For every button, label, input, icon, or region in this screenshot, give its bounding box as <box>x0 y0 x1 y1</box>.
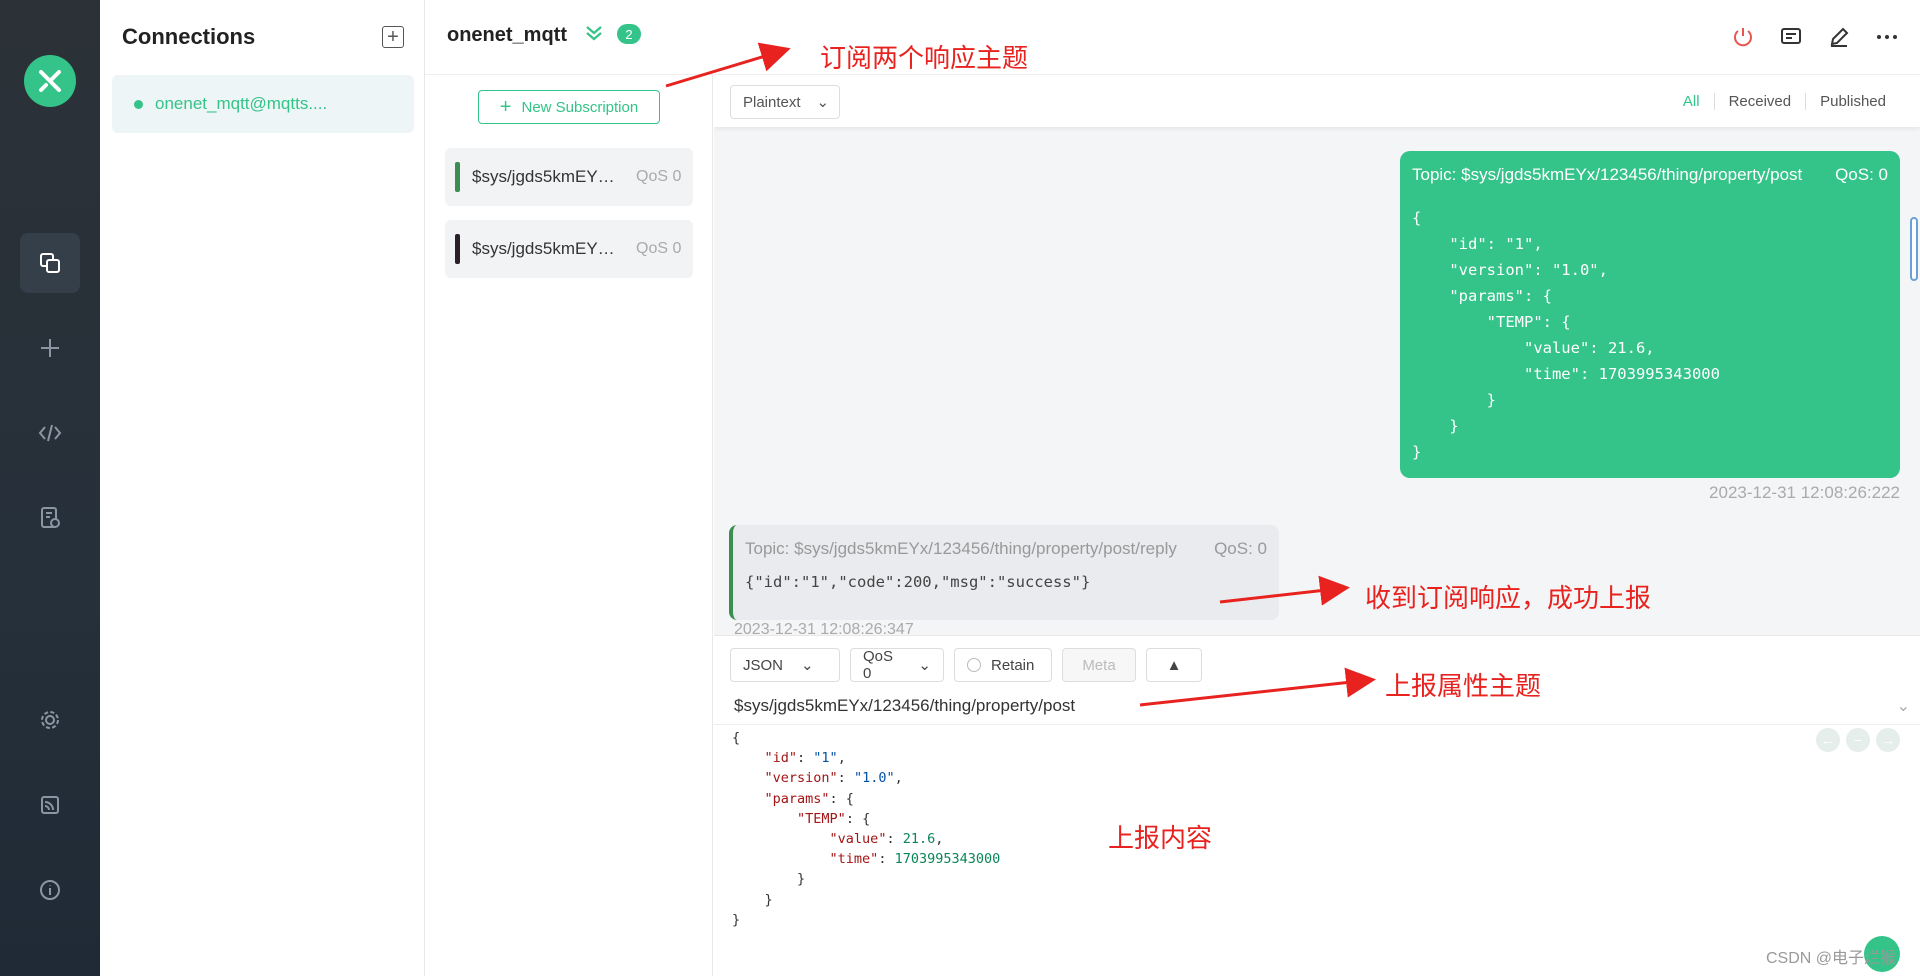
chevron-down-icon: ⌄ <box>816 94 830 111</box>
connections-panel: Connections + onenet_mqtt@mqtts.... <box>100 0 425 976</box>
messages-toolbar: Plaintext ⌄ All Received Published <box>714 75 1920 127</box>
meta-button[interactable]: Meta <box>1062 648 1136 682</box>
double-chevron-down-icon[interactable] <box>583 22 605 49</box>
mqttx-logo-icon <box>24 55 76 107</box>
subscriptions-panel: + New Subscription $sys/jgds5kmEYx/12345… <box>425 75 713 976</box>
connections-nav-icon[interactable] <box>20 233 80 293</box>
connections-title: Connections <box>122 24 256 49</box>
connection-name: onenet_mqtt@mqtts.... <box>155 94 328 113</box>
filter-received-tab[interactable]: Received <box>1713 93 1806 110</box>
chevron-down-icon[interactable]: ⌄ <box>1897 696 1910 716</box>
new-connection-icon[interactable] <box>20 318 80 378</box>
divider <box>714 724 1920 725</box>
connection-header: onenet_mqtt 2 <box>425 0 1920 75</box>
subscription-topic: $sys/jgds5kmEYx/123456/thing/property/se… <box>472 239 622 258</box>
payload-format-value: Plaintext <box>743 93 801 111</box>
connection-title: onenet_mqtt <box>447 24 567 46</box>
publish-qos-select[interactable]: QoS 0 ⌄ <box>850 648 944 682</box>
next-arrow-icon[interactable]: → <box>1876 728 1900 752</box>
message-qos: QoS: 0 <box>1214 539 1267 558</box>
message-timestamp: 2023-12-31 12:08:26:222 <box>1709 483 1900 502</box>
clear-minus-icon[interactable]: − <box>1846 728 1870 752</box>
messages-area[interactable]: Plaintext ⌄ All Received Published Topic… <box>714 75 1920 635</box>
subscription-item[interactable]: $sys/jgds5kmEYx/123456/thing/property/po… <box>445 148 693 206</box>
payload-format-select[interactable]: Plaintext ⌄ <box>730 85 840 119</box>
add-connection-icon[interactable]: + <box>382 26 404 48</box>
publish-format-select[interactable]: JSON ⌄ <box>730 648 840 682</box>
annotation-topic: 上报属性主题 <box>1385 672 1542 702</box>
subscription-topic: $sys/jgds5kmEYx/123456/thing/property/po… <box>472 167 622 186</box>
subscription-color-bar <box>455 234 460 264</box>
edit-pencil-icon[interactable] <box>1826 24 1852 50</box>
retain-label: Retain <box>991 656 1035 674</box>
message-payload: {"id":"1","code":200,"msg":"success"} <box>745 573 1091 591</box>
payload-editor[interactable]: { "id": "1", "version": "1.0", "params":… <box>732 728 1000 930</box>
new-subscription-label: New Subscription <box>521 98 639 116</box>
annotation-subscribe: 订阅两个响应主题 <box>820 44 1029 74</box>
subscription-color-bar <box>455 162 460 192</box>
subscription-count-badge: 2 <box>617 24 641 44</box>
message-qos: QoS: 0 <box>1835 165 1888 184</box>
message-comment-icon[interactable] <box>1778 24 1804 50</box>
subscription-qos: QoS 0 <box>636 168 682 185</box>
filter-published-tab[interactable]: Published <box>1805 93 1900 110</box>
publish-panel: JSON ⌄ QoS 0 ⌄ Retain Meta ▲ $sys/jgds5kmE… <box>714 635 1920 976</box>
message-topic: Topic: $sys/jgds5kmEYx/123456/thing/prop… <box>745 539 1177 558</box>
messages-scrollbar[interactable] <box>1910 217 1918 281</box>
annotation-content: 上报内容 <box>1108 824 1213 854</box>
retain-checkbox[interactable]: Retain <box>954 648 1052 682</box>
subscription-item[interactable]: $sys/jgds5kmEYx/123456/thing/property/se… <box>445 220 693 278</box>
plus-icon: + <box>499 95 512 118</box>
received-message[interactable]: Topic: $sys/jgds5kmEYx/123456/thing/prop… <box>729 525 1279 620</box>
radio-circle-icon <box>967 658 981 672</box>
settings-gear-icon[interactable] <box>20 690 80 750</box>
subscribe-feed-icon[interactable] <box>20 775 80 835</box>
subscription-qos: QoS 0 <box>636 240 682 257</box>
connection-item[interactable]: onenet_mqtt@mqtts.... <box>112 75 414 133</box>
disconnect-power-icon[interactable] <box>1730 24 1756 50</box>
watermark: CSDN @电子烂猴 <box>1765 950 1896 967</box>
message-topic: Topic: $sys/jgds5kmEYx/123456/thing/prop… <box>1412 165 1803 184</box>
script-icon[interactable] <box>20 403 80 463</box>
left-rail <box>0 0 100 976</box>
published-message[interactable]: Topic: $sys/jgds5kmEYx/123456/thing/prop… <box>1400 151 1900 478</box>
annotation-received: 收到订阅响应，成功上报 <box>1365 584 1652 614</box>
log-icon[interactable] <box>20 488 80 548</box>
about-info-icon[interactable] <box>20 860 80 920</box>
chevron-down-icon: ⌄ <box>918 657 931 674</box>
publish-format-value: JSON <box>743 656 784 674</box>
filter-all-tab[interactable]: All <box>1669 93 1714 110</box>
message-payload: { "id": "1", "version": "1.0", "params":… <box>1412 209 1720 461</box>
message-timestamp: 2023-12-31 12:08:26:347 <box>734 621 914 635</box>
collapse-up-icon[interactable]: ▲ <box>1146 648 1202 682</box>
more-dots-icon[interactable] <box>1874 24 1900 50</box>
publish-qos-value: QoS 0 <box>863 648 894 682</box>
status-dot-icon <box>134 99 143 109</box>
new-subscription-button[interactable]: + New Subscription <box>478 90 660 124</box>
chevron-down-icon: ⌄ <box>801 657 814 674</box>
previous-arrow-icon[interactable]: ← <box>1816 728 1840 752</box>
publish-topic-input[interactable]: $sys/jgds5kmEYx/123456/thing/property/po… <box>734 696 1904 716</box>
